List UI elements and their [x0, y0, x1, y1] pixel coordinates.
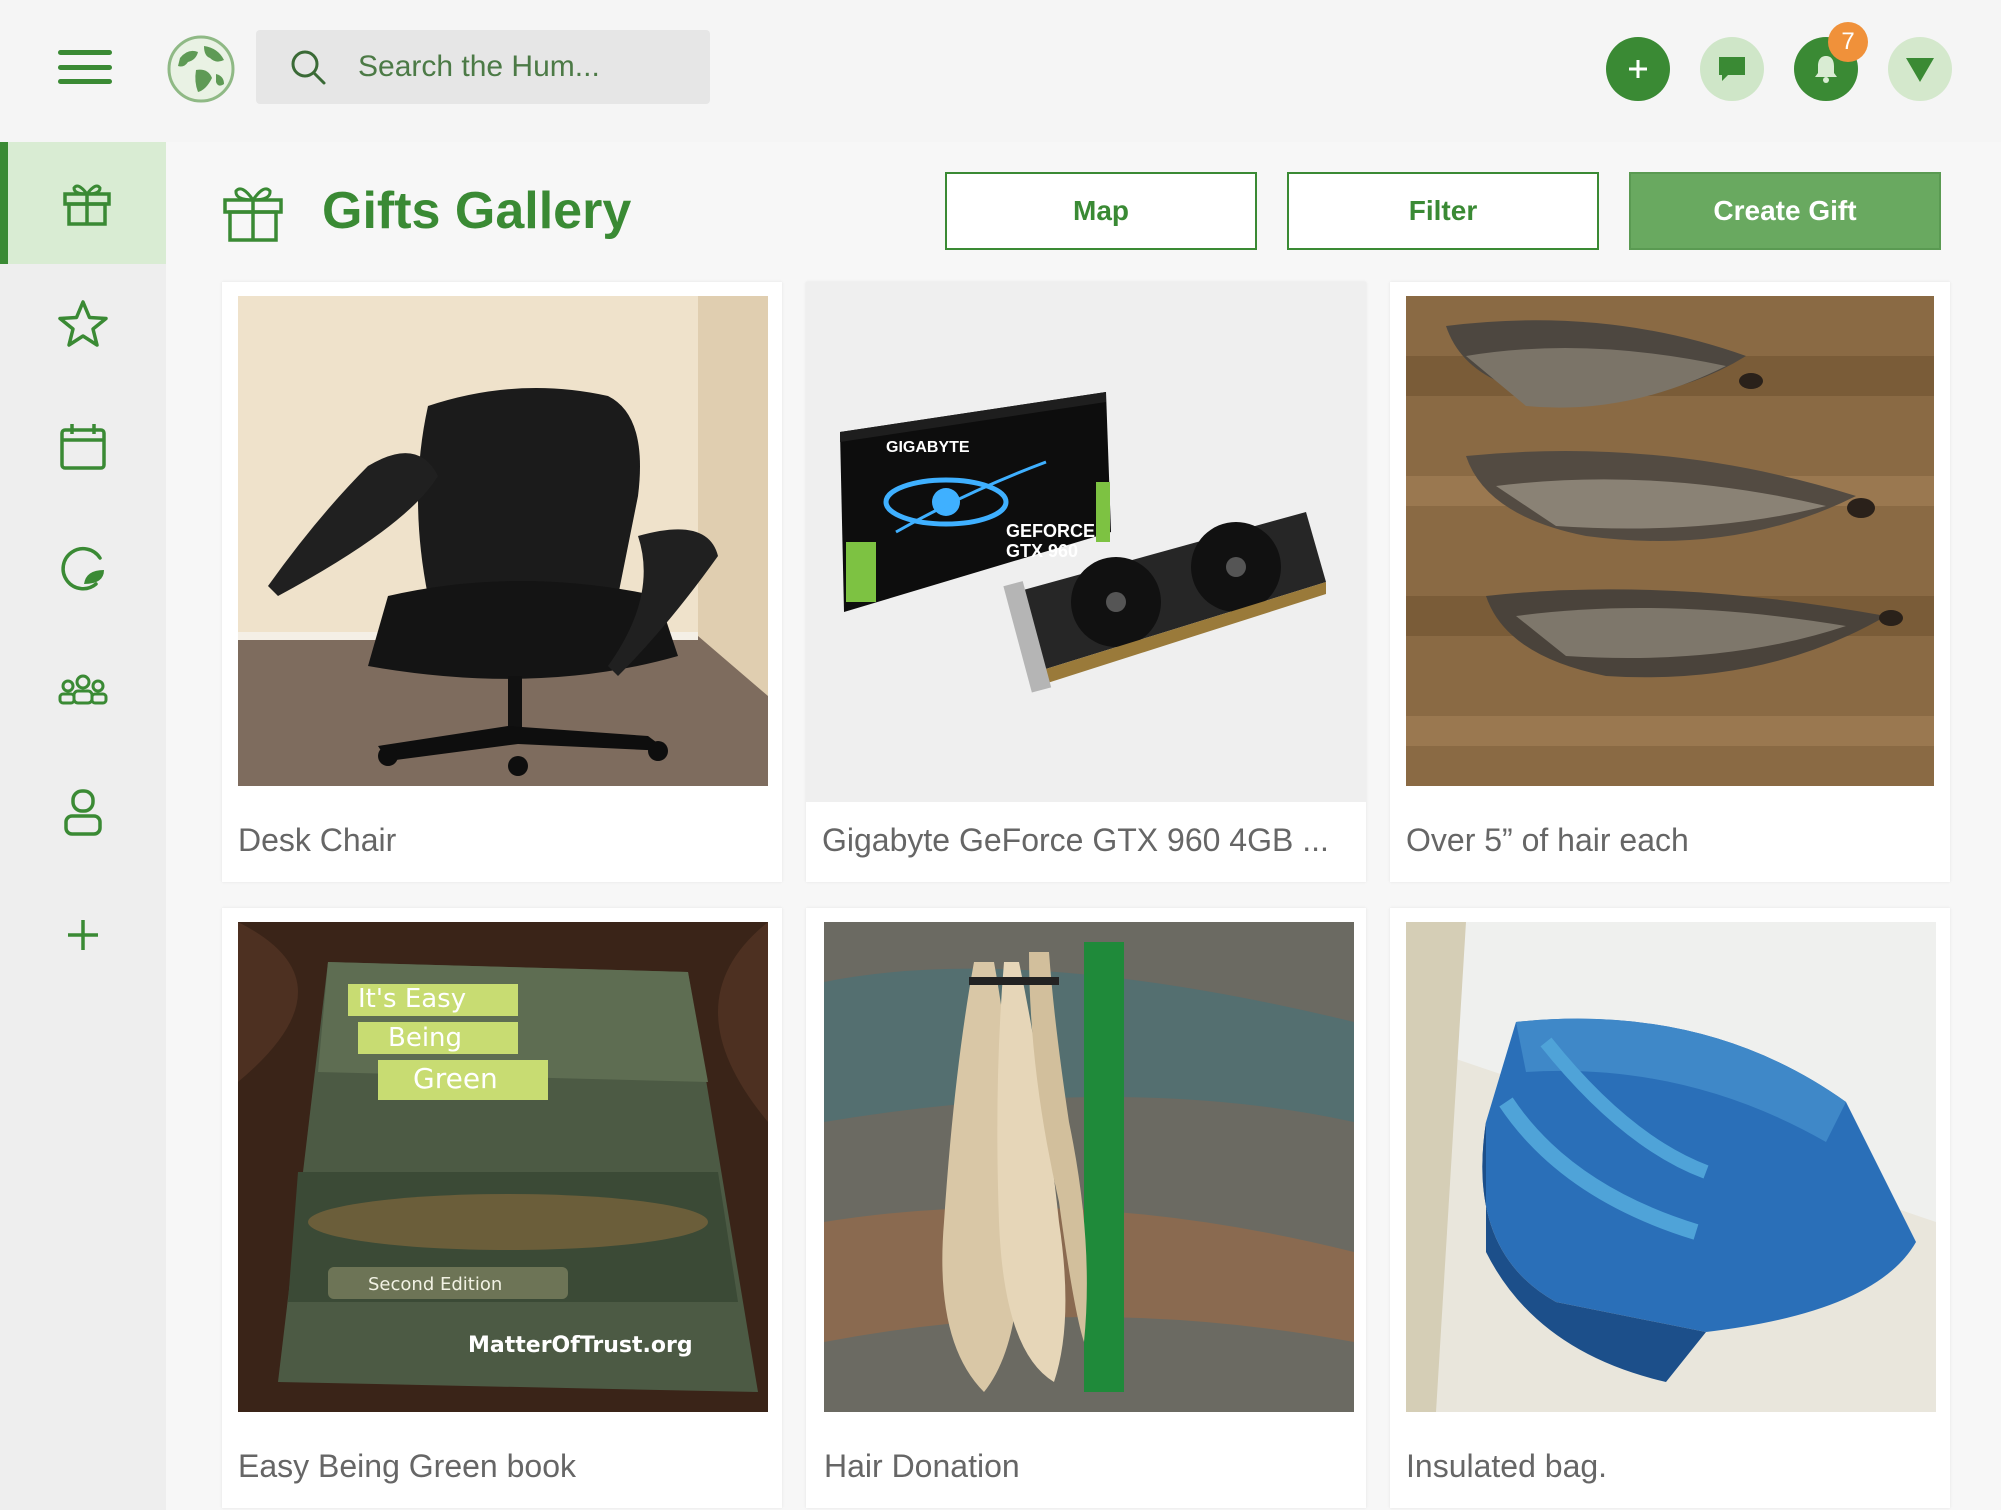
filter-button[interactable]: Filter	[1287, 172, 1599, 250]
gift-icon	[223, 187, 283, 242]
gift-image	[824, 922, 1354, 1412]
gift-image	[238, 296, 768, 786]
sidebar-item-sustainability[interactable]	[0, 508, 166, 630]
profile-menu-button[interactable]	[1888, 37, 1952, 101]
gift-title: Over 5” of hair each	[1406, 822, 1689, 858]
svg-text:GEFORCE: GEFORCE	[1006, 521, 1095, 541]
gift-card[interactable]: GIGABYTE GEFORCE GTX 960 Gigabyte GeForc…	[806, 282, 1366, 882]
map-button[interactable]: Map	[945, 172, 1257, 250]
search-box[interactable]	[256, 30, 710, 104]
svg-text:Green: Green	[413, 1062, 498, 1095]
globe-logo-icon[interactable]	[166, 34, 236, 104]
notification-badge: 7	[1828, 22, 1868, 62]
gift-card[interactable]: Insulated bag.	[1390, 908, 1950, 1508]
add-button[interactable]	[1606, 37, 1670, 101]
chat-icon	[1719, 57, 1745, 81]
sidebar-item-groups[interactable]	[0, 630, 166, 752]
gift-card[interactable]: It's Easy Being Green Second Edition Mat…	[222, 908, 782, 1508]
svg-text:MatterOfTrust.org: MatterOfTrust.org	[468, 1333, 693, 1358]
svg-text:GIGABYTE: GIGABYTE	[886, 439, 970, 456]
user-icon	[64, 789, 102, 836]
gift-image	[1406, 922, 1936, 1412]
gift-title: Insulated bag.	[1406, 1448, 1608, 1484]
gift-card[interactable]: Hair Donation	[806, 908, 1366, 1508]
svg-text:It's Easy: It's Easy	[358, 984, 466, 1014]
search-icon	[291, 50, 326, 85]
search-input[interactable]	[356, 49, 680, 85]
gift-title: Desk Chair	[238, 822, 397, 858]
sidebar-item-add[interactable]	[0, 874, 166, 996]
gift-card[interactable]: Over 5” of hair each	[1390, 282, 1950, 882]
plus-icon	[1629, 60, 1647, 78]
group-icon	[58, 674, 108, 705]
plus-icon	[68, 920, 98, 950]
gift-icon	[63, 184, 111, 226]
page-title: Gifts Gallery	[322, 182, 632, 240]
sidebar-item-profile[interactable]	[0, 752, 166, 874]
calendar-icon	[60, 424, 106, 470]
sidebar-item-gifts[interactable]	[0, 142, 166, 264]
sidebar	[0, 142, 166, 1510]
star-icon	[58, 300, 108, 347]
gift-image	[1406, 296, 1934, 786]
gift-title: Easy Being Green book	[238, 1448, 576, 1484]
svg-text:GTX 960: GTX 960	[1006, 541, 1078, 561]
svg-text:Being: Being	[388, 1023, 462, 1053]
gift-image: It's Easy Being Green Second Edition Mat…	[238, 922, 768, 1412]
gift-image: GIGABYTE GEFORCE GTX 960	[806, 282, 1366, 802]
create-gift-button[interactable]: Create Gift	[1629, 172, 1941, 250]
leaf-icon	[61, 547, 104, 591]
gift-title: Gigabyte GeForce GTX 960 4GB ...	[822, 822, 1329, 858]
gift-title: Hair Donation	[824, 1448, 1020, 1484]
chevron-down-icon	[1906, 58, 1934, 82]
top-bar: 7	[0, 0, 2001, 138]
menu-icon[interactable]	[58, 50, 112, 84]
messages-button[interactable]	[1700, 37, 1764, 101]
sidebar-item-events[interactable]	[0, 386, 166, 508]
sidebar-item-favorites[interactable]	[0, 264, 166, 386]
gift-card[interactable]: Desk Chair	[222, 282, 782, 882]
svg-text:Second Edition: Second Edition	[368, 1274, 502, 1295]
